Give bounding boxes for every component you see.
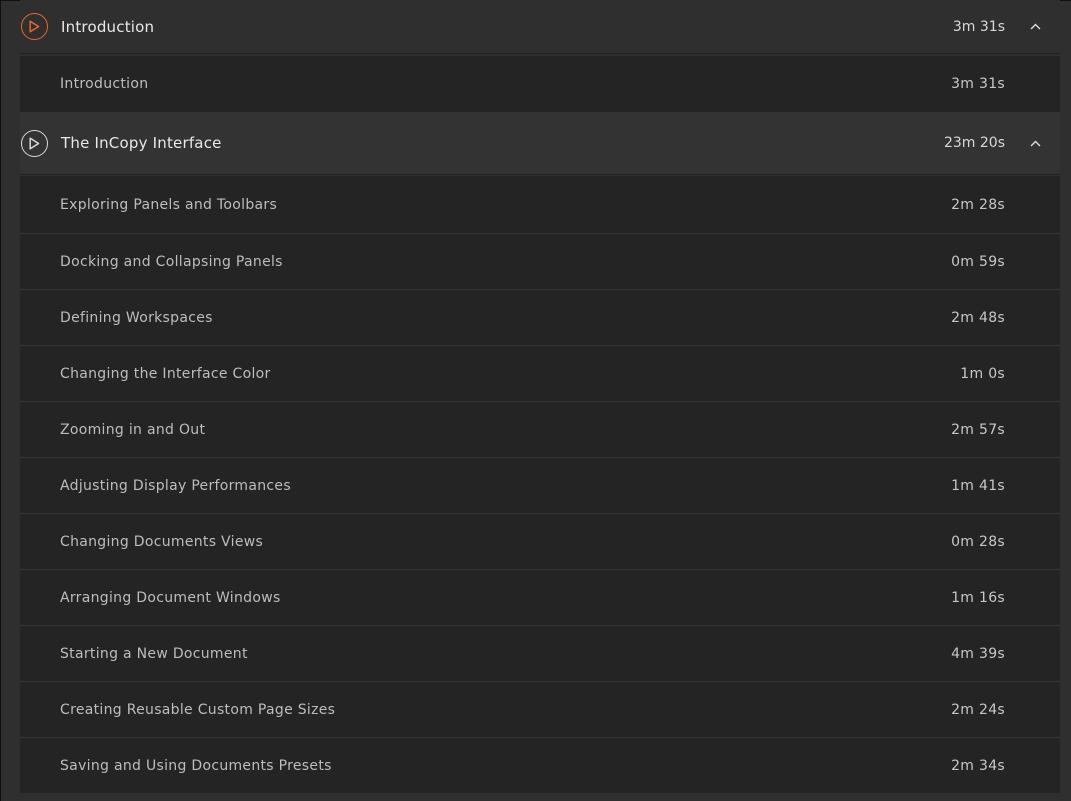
lesson-duration: 1m 0s [960, 365, 1005, 382]
lesson-duration: 2m 57s [951, 421, 1005, 438]
lesson-item[interactable]: Docking and Collapsing Panels 0m 59s [20, 233, 1060, 289]
lesson-duration: 2m 24s [951, 701, 1005, 718]
lesson-item[interactable]: Creating Reusable Custom Page Sizes 2m 2… [20, 681, 1060, 737]
section-duration: 3m 31s [952, 18, 1005, 35]
lesson-item[interactable]: Arranging Document Windows 1m 16s [20, 569, 1060, 625]
lesson-duration: 0m 59s [951, 253, 1005, 270]
lesson-duration: 0m 28s [951, 533, 1005, 550]
lesson-item[interactable]: Zooming in and Out 2m 57s [20, 401, 1060, 457]
lesson-title: Starting a New Document [60, 645, 248, 662]
lesson-duration: 1m 16s [951, 589, 1005, 606]
lesson-title: Changing the Interface Color [60, 365, 271, 382]
section-header-introduction[interactable]: Introduction 3m 31s [20, 0, 1060, 54]
lesson-duration: 2m 48s [951, 309, 1005, 326]
lesson-title: Defining Workspaces [60, 309, 213, 326]
chevron-up-icon[interactable] [1020, 12, 1050, 42]
lesson-title: Arranging Document Windows [60, 589, 281, 606]
chevron-up-icon[interactable] [1020, 128, 1050, 158]
section-header-incopy-interface[interactable]: The InCopy Interface 23m 20s [20, 112, 1060, 175]
course-outline: Introduction 3m 31s Introduction 3m 31s … [0, 0, 1071, 801]
lesson-item[interactable]: Starting a New Document 4m 39s [20, 625, 1060, 681]
lesson-title: Adjusting Display Performances [60, 477, 291, 494]
lesson-title: Saving and Using Documents Presets [60, 757, 332, 774]
lesson-item[interactable]: Changing the Interface Color 1m 0s [20, 345, 1060, 401]
section-title: The InCopy Interface [61, 134, 222, 152]
lesson-title: Creating Reusable Custom Page Sizes [60, 701, 336, 718]
lesson-duration: 3m 31s [951, 76, 1005, 92]
lesson-item[interactable]: Saving and Using Documents Presets 2m 34… [20, 737, 1060, 793]
lesson-item[interactable]: Adjusting Display Performances 1m 41s [20, 457, 1060, 513]
section-duration: 23m 20s [943, 135, 1005, 151]
lesson-duration: 2m 28s [951, 196, 1005, 213]
lesson-item[interactable]: Changing Documents Views 0m 28s [20, 513, 1060, 569]
section-title: Introduction [61, 17, 155, 36]
lesson-list-introduction: Introduction 3m 31s [20, 56, 1060, 112]
lesson-duration: 2m 34s [951, 757, 1005, 774]
lesson-item[interactable]: Defining Workspaces 2m 48s [20, 289, 1060, 345]
lesson-item[interactable]: Exploring Panels and Toolbars 2m 28s [20, 176, 1060, 233]
lesson-list-incopy-interface: Exploring Panels and Toolbars 2m 28s Doc… [20, 176, 1060, 793]
lesson-duration: 1m 41s [951, 477, 1005, 494]
lesson-duration: 4m 39s [951, 645, 1005, 662]
lesson-title: Exploring Panels and Toolbars [60, 196, 278, 213]
lesson-title: Changing Documents Views [60, 533, 264, 550]
lesson-title: Introduction [60, 76, 149, 92]
play-circle-icon[interactable] [21, 13, 48, 40]
lesson-title: Zooming in and Out [60, 421, 206, 438]
lesson-title: Docking and Collapsing Panels [60, 253, 283, 270]
play-circle-icon[interactable] [21, 129, 48, 157]
lesson-item[interactable]: Introduction 3m 31s [20, 56, 1060, 112]
